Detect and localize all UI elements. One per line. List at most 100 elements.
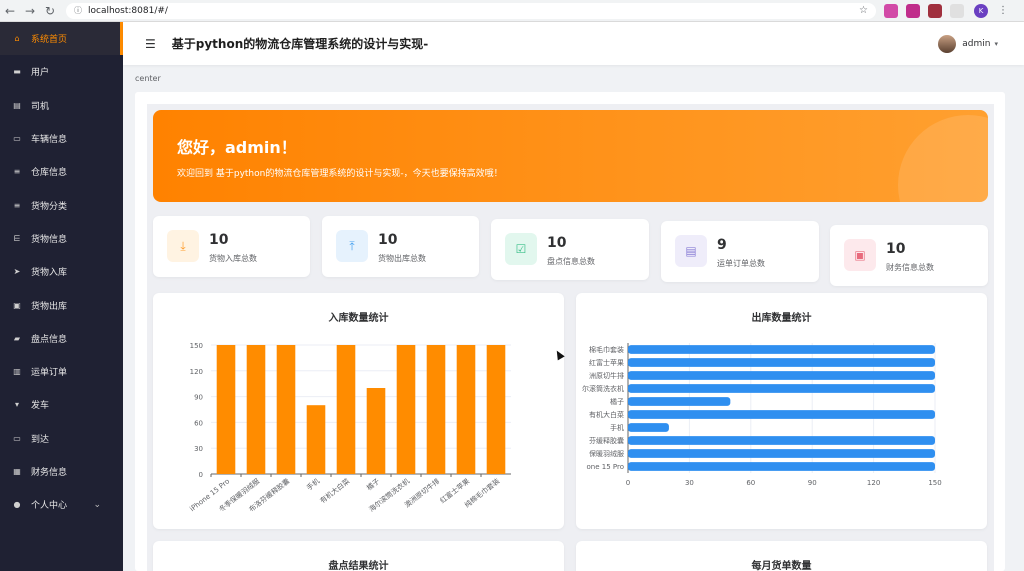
x-tick-label: 90 bbox=[808, 479, 817, 487]
sidebar-item-label: 车辆信息 bbox=[31, 135, 68, 146]
bar bbox=[396, 345, 416, 474]
outbound-chart-card: 出库数量统计 0 30 60 90 120 150 棉毛巾套装 红富士苹果 洲原切牛排 尔滚筒洗衣… bbox=[576, 293, 987, 529]
bar bbox=[628, 345, 935, 354]
sidebar-item-label: 到达 bbox=[31, 434, 50, 445]
breadcrumb: center bbox=[135, 74, 161, 83]
decorative-circle bbox=[898, 115, 988, 202]
y-tick-label: 棉毛巾套装 bbox=[589, 345, 624, 354]
inventory-chart-title: 盘点结果统计 bbox=[328, 561, 389, 571]
sidebar-item-label: 仓库信息 bbox=[31, 168, 68, 179]
stat-card: ▣ 10 财务信息总数 bbox=[830, 225, 988, 286]
sidebar-item-label: 货物分类 bbox=[31, 201, 68, 212]
sidebar-item[interactable]: ≡ 仓库信息 bbox=[0, 155, 123, 188]
extensions-puzzle-icon[interactable] bbox=[950, 3, 964, 18]
stat-card: ▤ 9 运单订单总数 bbox=[661, 221, 819, 282]
browser-toolbar: ← → ↻ ⓘ localhost:8081/#/ ☆ K ⋮ bbox=[0, 0, 1024, 22]
sidebar-item[interactable]: ● 个人中心 ⌄ bbox=[0, 488, 123, 521]
forward-icon[interactable]: → bbox=[20, 0, 40, 22]
sidebar-item[interactable]: ⌂ 系统首页 bbox=[0, 22, 123, 56]
x-tick-label: 120 bbox=[867, 479, 880, 487]
extension-icon[interactable] bbox=[884, 3, 898, 18]
y-tick-label: 120 bbox=[190, 368, 203, 376]
chevron-down-icon: ▾ bbox=[994, 39, 998, 48]
finance-icon: ▣ bbox=[844, 239, 876, 271]
bar bbox=[628, 397, 731, 406]
y-tick-label: 手机 bbox=[610, 423, 624, 432]
clipboard-icon: ▤ bbox=[13, 100, 21, 110]
bar bbox=[628, 410, 935, 419]
sidebar-item[interactable]: ▥ 运单订单 bbox=[0, 355, 123, 388]
app-title: 基于python的物流仓库管理系统的设计与实现- bbox=[171, 37, 429, 51]
sidebar-item[interactable]: ➤ 货物入库 bbox=[0, 255, 123, 288]
box-icon: ▣ bbox=[13, 300, 21, 310]
stat-value: 10 bbox=[547, 235, 567, 251]
sidebar-item-label: 运单订单 bbox=[31, 368, 68, 379]
y-tick-label: 橘子 bbox=[610, 397, 624, 406]
briefcase-icon: ▬ bbox=[13, 67, 21, 77]
sidebar-item-label: 货物出库 bbox=[31, 301, 68, 312]
y-tick-label: 尔滚筒洗衣机 bbox=[582, 384, 624, 393]
monthly-chart-title: 每月货单数量 bbox=[751, 561, 812, 571]
stat-label: 货物出库总数 bbox=[378, 254, 426, 263]
document-icon: ▤ bbox=[675, 235, 707, 267]
y-tick-label: 红富士苹果 bbox=[589, 358, 624, 367]
stat-value: 9 bbox=[717, 237, 727, 253]
stat-label: 运单订单总数 bbox=[717, 259, 765, 268]
site-info-icon[interactable]: ⓘ bbox=[74, 5, 82, 16]
stat-label: 财务信息总数 bbox=[886, 263, 934, 272]
sidebar-item-label: 司机 bbox=[31, 101, 50, 112]
x-tick-label: 橘子 bbox=[365, 476, 382, 492]
extension-icon[interactable] bbox=[928, 3, 942, 18]
bar bbox=[628, 436, 935, 445]
stat-card: ☑ 10 盘点信息总数 bbox=[491, 219, 649, 280]
stat-value: 10 bbox=[378, 232, 398, 248]
inbound-chart-card: 入库数量统计 0 30 60 90 120 150 iPhone 15 Pro 冬季保暖羽绒服… bbox=[153, 293, 564, 529]
x-tick-label: 30 bbox=[685, 479, 694, 487]
sidebar-item[interactable]: ▾ 发车 bbox=[0, 388, 123, 421]
x-tick-label: 60 bbox=[746, 479, 755, 487]
sidebar-item[interactable]: ▬ 用户 bbox=[0, 55, 123, 88]
sidebar-item-label: 财务信息 bbox=[31, 468, 68, 478]
cup-icon: ▾ bbox=[14, 400, 19, 410]
welcome-banner: 您好，admin！ 欢迎回到 基于python的物流仓库管理系统的设计与实现-，… bbox=[153, 110, 988, 202]
sidebar-item[interactable]: ▭ 车辆信息 bbox=[0, 122, 123, 155]
y-tick-label: one 15 Pro bbox=[587, 463, 625, 471]
sidebar-item[interactable]: ⋿ 货物信息 bbox=[0, 222, 123, 255]
document-check-icon: ☑ bbox=[505, 233, 537, 265]
profile-icon[interactable]: K bbox=[974, 3, 988, 18]
user-dropdown[interactable]: admin ▾ bbox=[938, 34, 998, 53]
y-tick-label: 保暖羽绒服 bbox=[589, 449, 624, 458]
sidebar-item[interactable]: ▣ 货物出库 bbox=[0, 288, 123, 321]
send-icon: ➤ bbox=[13, 267, 21, 277]
avatar bbox=[938, 34, 957, 53]
sidebar-item[interactable]: ▤ 司机 bbox=[0, 89, 123, 122]
sidebar-item[interactable]: ▦ 财务信息 bbox=[0, 455, 123, 488]
y-tick-label: 90 bbox=[194, 394, 203, 402]
chevron-down-icon: ⌄ bbox=[93, 499, 101, 510]
x-tick-label: 手机 bbox=[305, 476, 322, 492]
x-tick-label: 有机大白菜 bbox=[318, 476, 351, 505]
hamburger-menu-icon[interactable]: ☰ bbox=[145, 37, 156, 51]
reload-icon[interactable]: ↻ bbox=[40, 0, 60, 22]
bar bbox=[628, 423, 669, 432]
address-bar[interactable]: ⓘ localhost:8081/#/ ☆ bbox=[66, 2, 876, 19]
bookmark-star-icon[interactable]: ☆ bbox=[859, 5, 868, 16]
sidebar-item-label: 货物信息 bbox=[31, 234, 68, 245]
sidebar-item[interactable]: ▭ 到达 bbox=[0, 422, 123, 455]
sidebar-item-label: 发车 bbox=[31, 401, 50, 412]
chart-icon: ▦ bbox=[13, 467, 21, 476]
outbound-bar-chart: 0 30 60 90 120 150 棉毛巾套装红富士苹果洲原切牛排尔滚筒洗衣机橘子有机大白… bbox=[582, 343, 942, 487]
sidebar-item[interactable]: ≡ 货物分类 bbox=[0, 188, 123, 221]
url-text: localhost:8081/#/ bbox=[88, 5, 168, 16]
browser-menu-icon[interactable]: ⋮ bbox=[998, 5, 1008, 16]
sidebar-item[interactable]: ▰ 盘点信息 bbox=[0, 322, 123, 355]
bar bbox=[276, 345, 296, 474]
bar bbox=[426, 345, 446, 474]
download-icon: ⤓ bbox=[167, 230, 199, 262]
y-tick-label: 芬缓释胶囊 bbox=[589, 436, 624, 445]
extension-download-icon[interactable] bbox=[906, 3, 920, 18]
back-icon[interactable]: ← bbox=[0, 0, 20, 22]
y-tick-label: 30 bbox=[194, 445, 203, 453]
bar bbox=[216, 345, 236, 474]
username: admin bbox=[962, 38, 991, 49]
